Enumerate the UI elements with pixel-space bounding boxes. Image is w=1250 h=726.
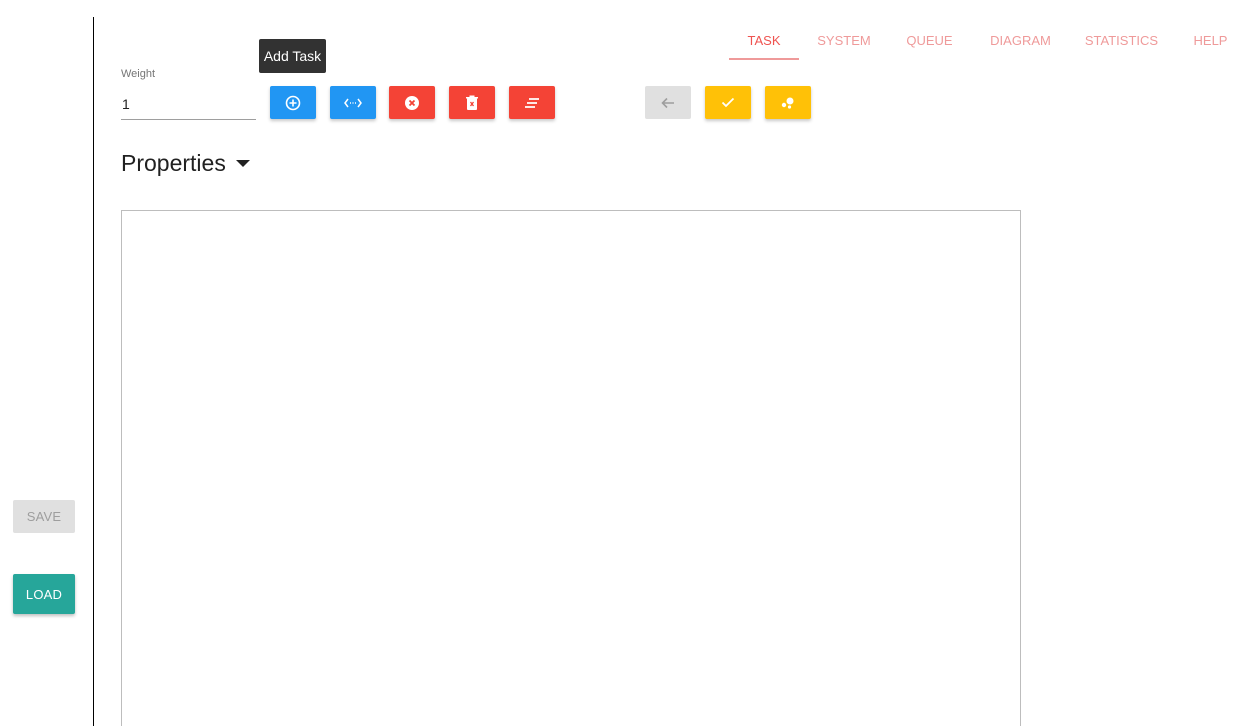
properties-title: Properties: [121, 150, 226, 176]
check-icon: [721, 97, 735, 108]
tab-diagram[interactable]: DIAGRAM: [970, 22, 1071, 60]
properties-panel[interactable]: [121, 210, 1021, 726]
back-button[interactable]: [645, 86, 691, 119]
add-task-button[interactable]: [270, 86, 316, 119]
clear-all-icon: [525, 97, 539, 108]
add-circle-icon: [285, 95, 301, 110]
bubbles-icon: [781, 97, 794, 109]
clear-all-button[interactable]: [509, 86, 555, 119]
sidebar: SAVE LOAD: [0, 0, 94, 726]
cancel-button[interactable]: [389, 86, 435, 119]
properties-toggle[interactable]: Properties: [121, 150, 250, 177]
delete-task-button[interactable]: [449, 86, 495, 119]
tab-statistics[interactable]: STATISTICS: [1071, 22, 1172, 60]
cancel-circle-icon: [405, 95, 419, 110]
connect-arrows-icon: [344, 98, 362, 107]
add-task-tooltip: Add Task: [259, 39, 326, 73]
weight-label: Weight: [121, 68, 156, 80]
connect-tasks-button[interactable]: [330, 86, 376, 119]
delete-icon: [466, 95, 478, 110]
tab-system[interactable]: SYSTEM: [799, 22, 889, 60]
caret-down-icon: [235, 160, 250, 167]
load-button[interactable]: LOAD: [13, 574, 75, 614]
save-button[interactable]: SAVE: [13, 500, 75, 533]
tab-help[interactable]: HELP: [1172, 22, 1249, 60]
tab-task[interactable]: TASK: [729, 22, 799, 60]
confirm-button[interactable]: [705, 86, 751, 119]
weight-input[interactable]: [121, 88, 256, 120]
arrow-back-icon: [661, 97, 674, 108]
tab-bar: TASK SYSTEM QUEUE DIAGRAM STATISTICS HEL…: [729, 22, 1249, 60]
tab-queue[interactable]: QUEUE: [889, 22, 970, 60]
sidebar-divider: [93, 17, 94, 726]
bubbles-button[interactable]: [765, 86, 811, 119]
